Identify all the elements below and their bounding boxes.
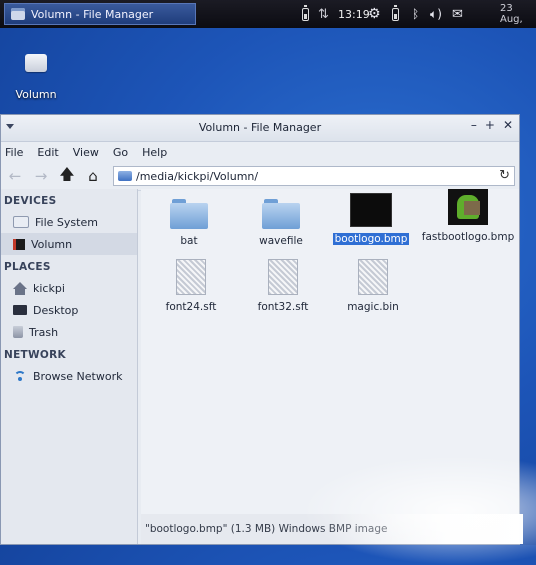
file-item-wavefile[interactable]: wavefile: [237, 199, 325, 247]
desktop-volume-label: Volumn: [15, 88, 57, 101]
network-arrows-icon[interactable]: ⇅: [318, 6, 329, 22]
file-name: bat: [180, 235, 198, 247]
settings-gear-icon[interactable]: ⚙: [368, 6, 381, 22]
reload-icon[interactable]: ↻: [499, 168, 510, 183]
file-item-fastbootlogo[interactable]: fastbootlogo.bmp: [418, 189, 518, 243]
taskbar-window-title: Volumn - File Manager: [31, 7, 154, 21]
sidebar-header-devices: DEVICES: [4, 195, 57, 207]
file-name: wavefile: [259, 235, 303, 247]
file-name: fastbootlogo.bmp: [421, 231, 515, 243]
sidebar-item-label: Browse Network: [33, 369, 123, 383]
wifi-icon: [13, 371, 27, 381]
file-name: font24.sft: [165, 301, 217, 313]
file-manager-icon: [11, 8, 25, 20]
desktop-icon: [13, 305, 27, 315]
file-item-bat[interactable]: bat: [145, 199, 233, 247]
sidebar-item-desktop[interactable]: Desktop: [1, 299, 137, 321]
sidebar-item-label: kickpi: [33, 281, 65, 295]
file-item-font24[interactable]: font24.sft: [147, 259, 235, 313]
sidebar-item-label: Trash: [29, 325, 59, 339]
back-arrow-icon[interactable]: ←: [5, 166, 25, 186]
sidebar: DEVICES File System Volumn PLACES kickpi…: [1, 189, 138, 544]
drive-icon: [25, 54, 47, 72]
window-title: Volumn - File Manager: [198, 121, 322, 134]
sidebar-header-places: PLACES: [4, 261, 51, 273]
generic-file-icon: [358, 259, 388, 295]
file-item-magic[interactable]: magic.bin: [329, 259, 417, 313]
menu-edit[interactable]: Edit: [37, 146, 58, 159]
location-path[interactable]: /media/kickpi/Volumn/: [136, 170, 258, 183]
sidebar-item-volumn[interactable]: Volumn: [1, 233, 137, 255]
date[interactable]: 23 Aug,: [500, 3, 536, 25]
folder-icon: [262, 199, 300, 229]
android-thumbnail-icon: [448, 189, 488, 225]
battery-status-icon[interactable]: [392, 4, 399, 22]
menu-go[interactable]: Go: [113, 146, 128, 159]
file-item-font32[interactable]: font32.sft: [239, 259, 327, 313]
desktop-volume-icon[interactable]: Volumn: [14, 54, 58, 101]
menu-bar: File Edit View Go Help: [1, 142, 519, 162]
taskbar-window-button[interactable]: Volumn - File Manager: [4, 3, 196, 25]
status-bar: "bootlogo.bmp" (1.3 MB) Windows BMP imag…: [141, 514, 523, 544]
home-folder-icon: [13, 281, 27, 295]
generic-file-icon: [268, 259, 298, 295]
image-thumbnail-icon: [350, 193, 392, 227]
clock[interactable]: 13:19: [338, 6, 370, 22]
minimize-button[interactable]: –: [471, 118, 477, 132]
menu-view[interactable]: View: [73, 146, 99, 159]
volume-icon[interactable]: 🔈︎): [430, 6, 442, 22]
status-text: "bootlogo.bmp" (1.3 MB) Windows BMP imag…: [145, 523, 388, 535]
up-arrow-icon[interactable]: 🡅: [57, 165, 77, 186]
sidebar-header-network: NETWORK: [4, 349, 66, 361]
drive-location-icon: [118, 171, 132, 181]
removable-drive-icon: [13, 238, 25, 250]
sidebar-item-kickpi[interactable]: kickpi: [1, 277, 137, 299]
battery-icon[interactable]: [302, 4, 309, 22]
sidebar-item-label: Desktop: [33, 303, 79, 317]
location-bar[interactable]: /media/kickpi/Volumn/ ↻: [113, 166, 515, 186]
file-name: magic.bin: [347, 301, 399, 313]
mail-icon[interactable]: ✉: [452, 6, 463, 22]
top-panel: Volumn - File Manager ⇅ 13:19 ⚙ ᛒ 🔈︎) ✉ …: [0, 0, 536, 28]
toolbar: ← → 🡅 ⌂ /media/kickpi/Volumn/ ↻: [1, 162, 519, 191]
sidebar-item-label: Volumn: [31, 237, 73, 251]
sidebar-item-label: File System: [35, 215, 98, 229]
window-titlebar[interactable]: Volumn - File Manager – + ✕: [1, 115, 519, 142]
file-view[interactable]: bat wavefile bootlogo.bmp fastbootlogo.b…: [141, 189, 519, 514]
forward-arrow-icon[interactable]: →: [31, 166, 51, 186]
generic-file-icon: [176, 259, 206, 295]
maximize-button[interactable]: +: [485, 118, 495, 132]
close-button[interactable]: ✕: [503, 118, 513, 132]
sidebar-item-browse-network[interactable]: Browse Network: [1, 365, 137, 387]
file-manager-window: Volumn - File Manager – + ✕ File Edit Vi…: [0, 114, 523, 545]
bluetooth-icon[interactable]: ᛒ: [412, 6, 419, 22]
sidebar-item-trash[interactable]: Trash: [1, 321, 137, 343]
folder-icon: [170, 199, 208, 229]
file-item-bootlogo[interactable]: bootlogo.bmp: [327, 193, 415, 245]
home-icon[interactable]: ⌂: [83, 166, 103, 186]
trash-icon: [13, 326, 23, 338]
menu-help[interactable]: Help: [142, 146, 167, 159]
file-name: font32.sft: [257, 301, 309, 313]
file-name-selected: bootlogo.bmp: [332, 233, 410, 245]
hard-drive-icon: [13, 216, 29, 228]
sidebar-item-file-system[interactable]: File System: [1, 211, 137, 233]
menu-file[interactable]: File: [5, 146, 23, 159]
